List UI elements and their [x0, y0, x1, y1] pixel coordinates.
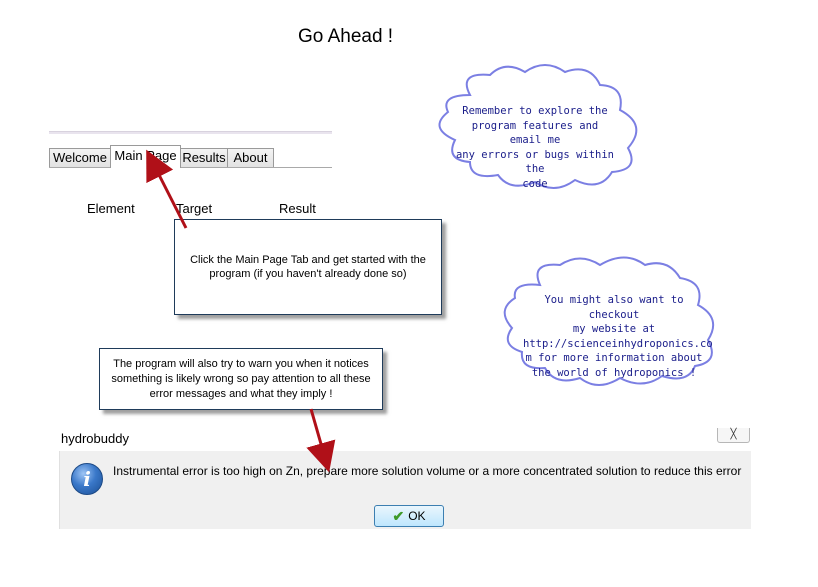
- arrow-to-main-page-tab: [146, 149, 188, 229]
- arrow-to-dialog: [306, 408, 336, 473]
- arrows-layer: [146, 149, 336, 473]
